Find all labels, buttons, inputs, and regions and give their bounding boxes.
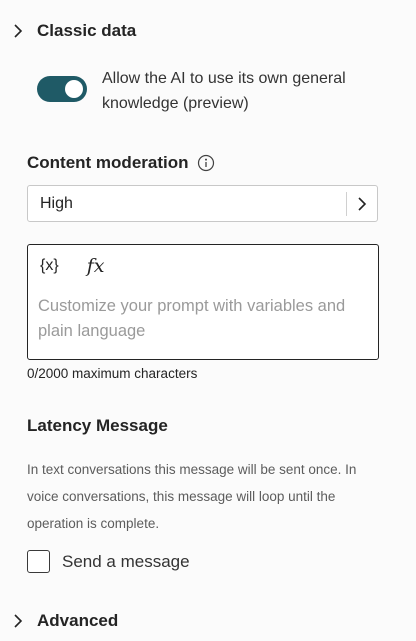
chevron-right-icon: [10, 23, 26, 39]
general-knowledge-label: Allow the AI to use its own general know…: [102, 70, 346, 112]
chevron-right-icon: [10, 613, 26, 629]
content-moderation-heading: Content moderation: [27, 153, 215, 173]
classic-data-header[interactable]: Classic data: [10, 21, 136, 41]
prompt-toolbar: {x} fx: [40, 255, 132, 277]
send-message-option[interactable]: Send a message: [27, 550, 190, 573]
send-message-checkbox[interactable]: [27, 550, 50, 573]
content-moderation-label: Content moderation: [27, 153, 189, 172]
latency-message-heading: Latency Message: [27, 416, 168, 436]
advanced-header[interactable]: Advanced: [10, 611, 118, 631]
send-message-label: Send a message: [62, 551, 190, 571]
content-moderation-select[interactable]: High: [27, 185, 378, 222]
settings-panel: Classic data Allow the AI to use its own…: [0, 0, 416, 641]
info-icon[interactable]: [197, 154, 215, 172]
latency-description: In text conversations this message will …: [27, 462, 357, 531]
select-chevron-right-icon[interactable]: [347, 186, 377, 221]
latency-message-label: Latency Message: [27, 416, 168, 435]
prompt-placeholder: Customize your prompt with variables and…: [38, 297, 346, 340]
classic-data-label: Classic data: [37, 21, 137, 40]
content-moderation-value: High: [40, 194, 73, 212]
insert-variable-icon[interactable]: {x}: [40, 257, 59, 275]
prompt-editor[interactable]: {x} fx Customize your prompt with variab…: [27, 244, 379, 360]
general-knowledge-setting: Allow the AI to use its own general know…: [37, 66, 352, 116]
toggle-knob: [65, 80, 83, 98]
general-knowledge-toggle[interactable]: [37, 76, 87, 102]
character-counter: 0/2000 maximum characters: [27, 366, 198, 381]
advanced-label: Advanced: [37, 611, 119, 630]
insert-formula-icon[interactable]: fx: [87, 255, 105, 277]
